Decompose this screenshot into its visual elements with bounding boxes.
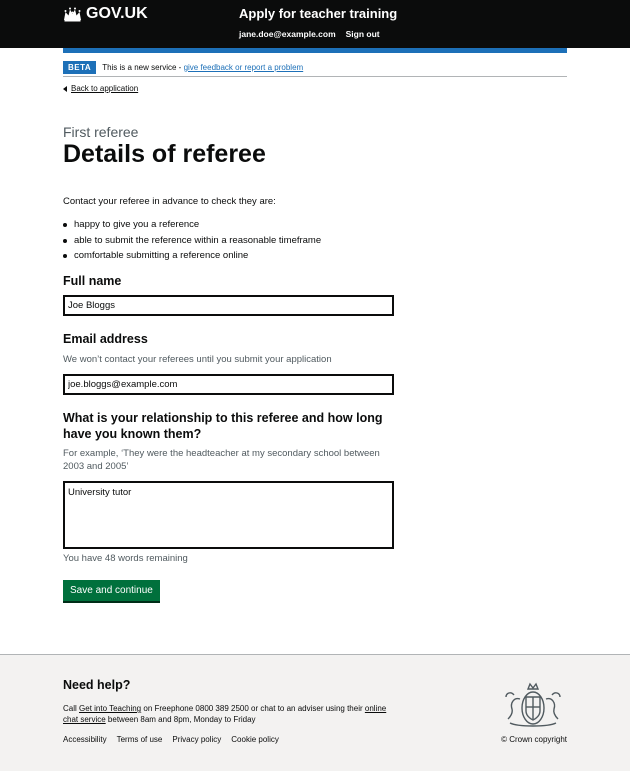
site-footer: Need help? Call Get into Teaching on Fre…: [0, 654, 630, 771]
site-header: GOV.UK Apply for teacher training jane.d…: [0, 0, 630, 48]
page-caption: First referee: [63, 124, 139, 140]
submit-container: Save and continue: [63, 580, 567, 601]
nav-account-email[interactable]: jane.doe@example.com: [239, 29, 336, 39]
page-title: Details of referee: [63, 140, 266, 168]
header-nav: jane.doe@example.com Sign out: [239, 29, 380, 39]
phase-banner: BETA This is a new service - give feedba…: [63, 58, 567, 77]
feedback-link[interactable]: give feedback or report a problem: [184, 63, 304, 72]
footer-link-privacy[interactable]: Privacy policy: [172, 735, 221, 744]
email-input[interactable]: [63, 374, 394, 395]
relationship-label: What is your relationship to this refere…: [63, 411, 383, 441]
email-hint: We won’t contact your referees until you…: [63, 354, 332, 365]
help-suffix: between 8am and 8pm, Monday to Friday: [107, 715, 256, 724]
royal-coat-of-arms-icon: [505, 682, 561, 727]
footer-link-cookies[interactable]: Cookie policy: [231, 735, 279, 744]
list-item: able to submit the reference within a re…: [63, 235, 567, 251]
list-item: comfortable submitting a reference onlin…: [63, 250, 567, 266]
crown-copyright-link[interactable]: © Crown copyright: [501, 735, 567, 744]
list-item: happy to give you a reference: [63, 219, 567, 235]
full-name-input[interactable]: [63, 295, 394, 316]
phase-message: This is a new service -: [102, 62, 182, 72]
footer-link-terms[interactable]: Terms of use: [117, 735, 163, 744]
help-middle: on Freephone 0800 389 2500 or chat to an…: [143, 704, 363, 713]
relationship-hint: For example, ‘They were the headteacher …: [63, 448, 380, 472]
footer-link-accessibility[interactable]: Accessibility: [63, 735, 107, 744]
word-count-message: You have 48 words remaining: [63, 553, 188, 564]
save-and-continue-button[interactable]: Save and continue: [63, 580, 160, 601]
email-label: Email address: [63, 332, 148, 346]
logo-text: GOV.UK: [86, 5, 148, 22]
phase-text: This is a new service - give feedback or…: [102, 63, 303, 72]
footer-help-text: Call Get into Teaching on Freephone 0800…: [63, 703, 403, 725]
chevron-left-icon: [63, 85, 67, 92]
crown-icon: [64, 7, 81, 21]
get-into-teaching-link[interactable]: Get into Teaching: [79, 704, 141, 713]
footer-help-title: Need help?: [63, 678, 131, 692]
full-name-label: Full name: [63, 274, 122, 288]
help-prefix: Call: [63, 704, 77, 713]
nav-sign-out[interactable]: Sign out: [346, 29, 380, 39]
back-link-container: Back to application: [63, 84, 567, 93]
intro-text: Contact your referee in advance to check…: [63, 196, 276, 207]
beta-tag: BETA: [63, 60, 97, 74]
header-blue-bar: [63, 48, 567, 53]
footer-links: Accessibility Terms of use Privacy polic…: [63, 735, 279, 744]
back-to-application-link[interactable]: Back to application: [71, 84, 138, 93]
service-name-link[interactable]: Apply for teacher training: [239, 6, 397, 21]
relationship-textarea[interactable]: University tutor: [63, 481, 394, 549]
checklist: happy to give you a reference able to su…: [63, 219, 567, 266]
govuk-logo-link[interactable]: GOV.UK: [63, 5, 148, 23]
